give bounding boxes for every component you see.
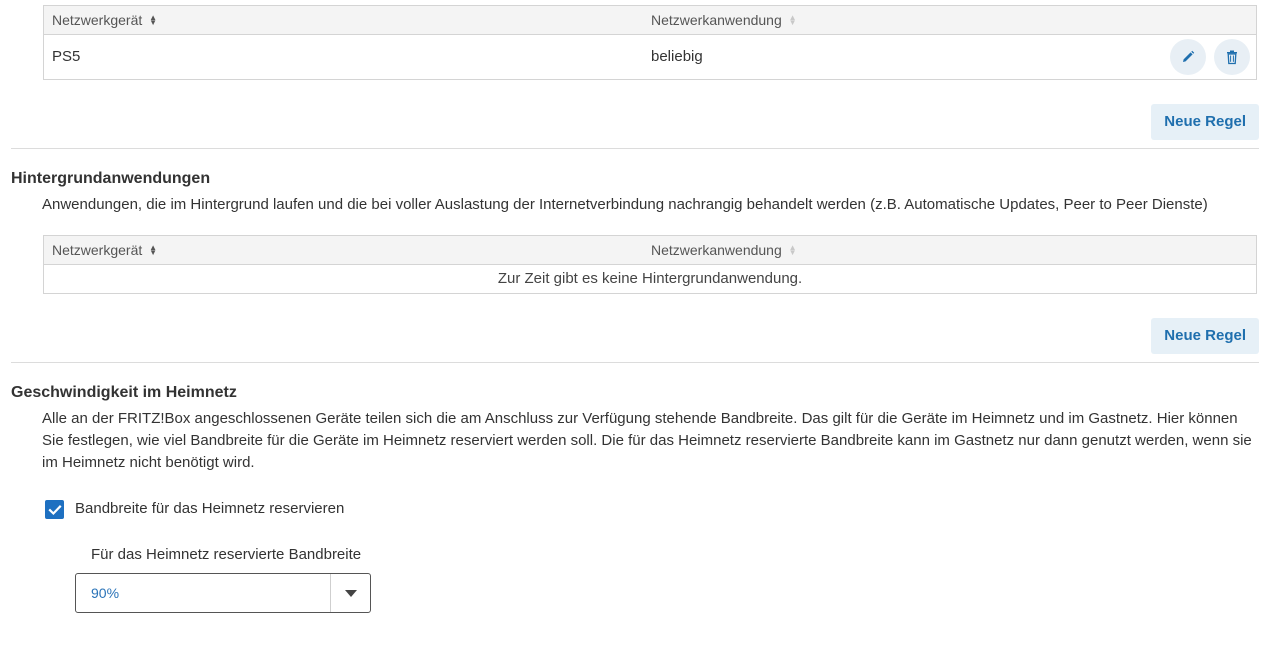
cell-device: PS5 [52,48,81,65]
bandwidth-select[interactable]: 90% [75,573,371,613]
select-value: 90% [91,585,120,601]
empty-table-message: Zur Zeit gibt es keine Hintergrundanwend… [497,270,803,287]
checkmark-icon [47,504,62,515]
priority-table: Netzwerkgerät ▲ ▼ Netzwerkanwendung ▲ ▼ PS… [43,5,1257,80]
sort-icon: ▲ ▼ [788,243,797,258]
new-rule-button[interactable]: Neue Regel [1151,104,1259,140]
pencil-icon [1183,50,1195,62]
column-header-application[interactable]: Netzwerkanwendung ▲ ▼ [651,236,797,264]
table-row: PS5 beliebig [44,35,1256,79]
new-rule-button-background[interactable]: Neue Regel [1151,318,1259,354]
divider [11,362,1259,363]
section-title-home-network: Geschwindigkeit im Heimnetz [11,384,237,401]
section-title-background-apps: Hintergrundanwendungen [11,170,211,187]
section-description: Alle an der FRITZ!Box angeschlossenen Ge… [42,410,1252,471]
trash-icon [1227,50,1237,65]
section-description: Anwendungen, die im Hintergrund laufen u… [42,196,1208,213]
bandwidth-select-label: Für das Heimnetz reservierte Bandbreite [91,546,362,563]
column-header-device[interactable]: Netzwerkgerät ▲ ▼ [52,236,157,264]
background-apps-table: Netzwerkgerät ▲ ▼ Netzwerkanwendung ▲ ▼ Zu… [43,235,1257,294]
sort-icon: ▲ ▼ [788,13,797,28]
table-header: Netzwerkgerät ▲ ▼ Netzwerkanwendung ▲ ▼ [44,236,1256,265]
caret-down-icon [344,589,357,597]
column-header-application[interactable]: Netzwerkanwendung ▲ ▼ [651,6,797,34]
edit-button[interactable] [1170,39,1206,75]
divider [11,148,1259,149]
sort-icon: ▲ ▼ [149,243,158,258]
dropdown-toggle[interactable] [330,574,370,612]
checkbox-label[interactable]: Bandbreite für das Heimnetz reservieren [75,499,344,519]
cell-application: beliebig [651,48,703,65]
column-header-device[interactable]: Netzwerkgerät ▲ ▼ [52,6,157,34]
sort-icon: ▲ ▼ [149,13,158,28]
reserve-bandwidth-checkbox[interactable] [45,500,64,519]
table-header: Netzwerkgerät ▲ ▼ Netzwerkanwendung ▲ ▼ [44,6,1256,35]
delete-button[interactable] [1214,39,1250,75]
